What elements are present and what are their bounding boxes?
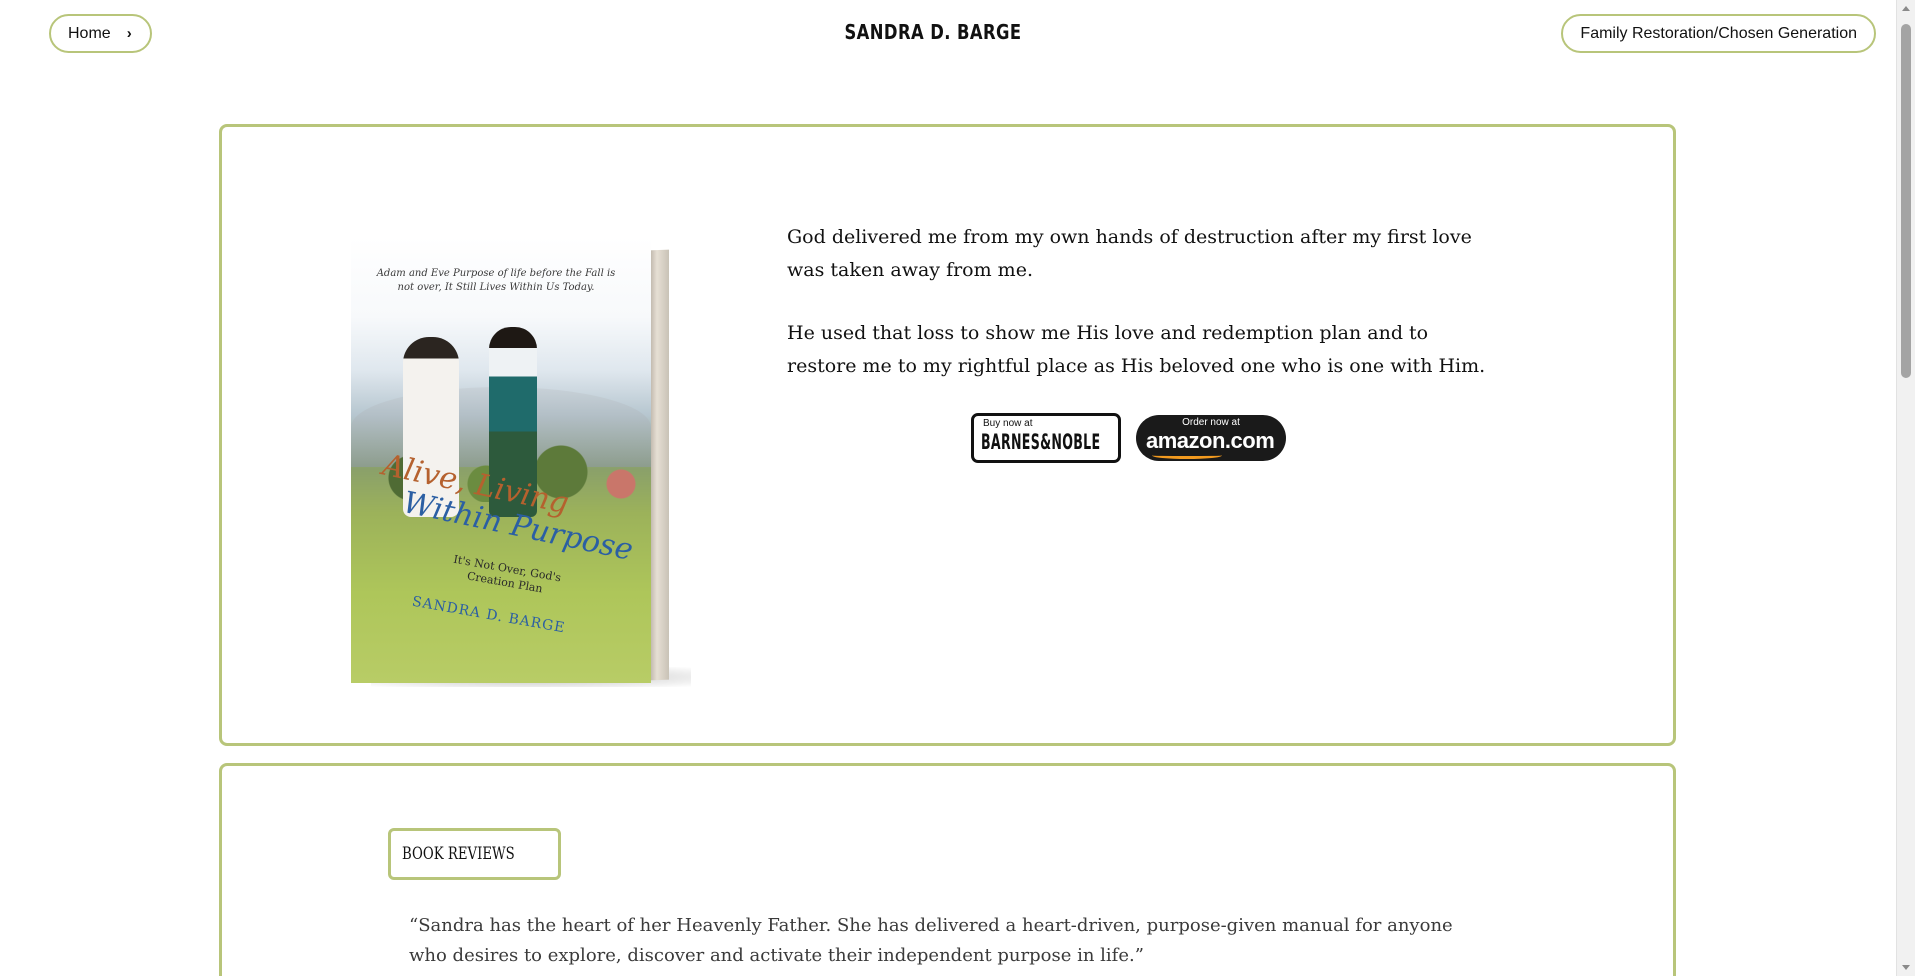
home-button[interactable]: Home ›: [49, 14, 152, 53]
cover-subtitle: It's Not Over, God's Creation Plan: [452, 552, 563, 596]
review-quote: “Sandra has the heart of her Heavenly Fa…: [409, 915, 1453, 966]
buy-buttons: Buy now at BARNES&NOBLE Order now at ama…: [971, 413, 1286, 479]
hero-paragraph-1: God delivered me from my own hands of de…: [787, 226, 1472, 281]
barnes-noble-logo-text: BARNES&NOBLE: [981, 430, 1101, 454]
amazon-small-text: Order now at: [1182, 417, 1240, 428]
barnes-noble-button[interactable]: Buy now at BARNES&NOBLE: [971, 413, 1121, 463]
family-restoration-link[interactable]: Family Restoration/Chosen Generation: [1561, 14, 1876, 53]
vertical-scrollbar[interactable]: [1896, 0, 1915, 976]
arrow-up-icon[interactable]: [1902, 6, 1910, 11]
amazon-smile-icon: [1152, 452, 1222, 459]
hero-paragraph-2: He used that loss to show me His love an…: [787, 322, 1486, 377]
site-title: SANDRA D. BARGE: [844, 20, 1022, 44]
book-spine: [649, 249, 669, 681]
reviews-card: BOOK REVIEWS “Sandra has the heart of he…: [219, 763, 1676, 976]
barnes-noble-small-text: Buy now at: [983, 418, 1033, 429]
book-front-cover: Adam and Eve Purpose of life before the …: [351, 237, 651, 683]
home-label: Home: [68, 24, 111, 42]
hero-card: Adam and Eve Purpose of life before the …: [219, 124, 1676, 746]
cover-tagline: Adam and Eve Purpose of life before the …: [376, 268, 616, 293]
hero-text: God delivered me from my own hands of de…: [787, 221, 1487, 413]
scrollbar-thumb[interactable]: [1901, 24, 1911, 378]
amazon-button[interactable]: Order now at amazon.com ›: [1136, 415, 1286, 479]
page: Home › SANDRA D. BARGE Family Restoratio…: [0, 0, 1896, 976]
cover-author: SANDRA D. BARGE: [410, 593, 567, 637]
arrow-down-icon[interactable]: [1902, 965, 1910, 970]
chevron-right-icon: ›: [126, 25, 132, 42]
book-reviews-heading: BOOK REVIEWS: [388, 828, 561, 880]
book-reviews-label: BOOK REVIEWS: [402, 844, 515, 864]
book-cover-image: Adam and Eve Purpose of life before the …: [351, 237, 691, 687]
